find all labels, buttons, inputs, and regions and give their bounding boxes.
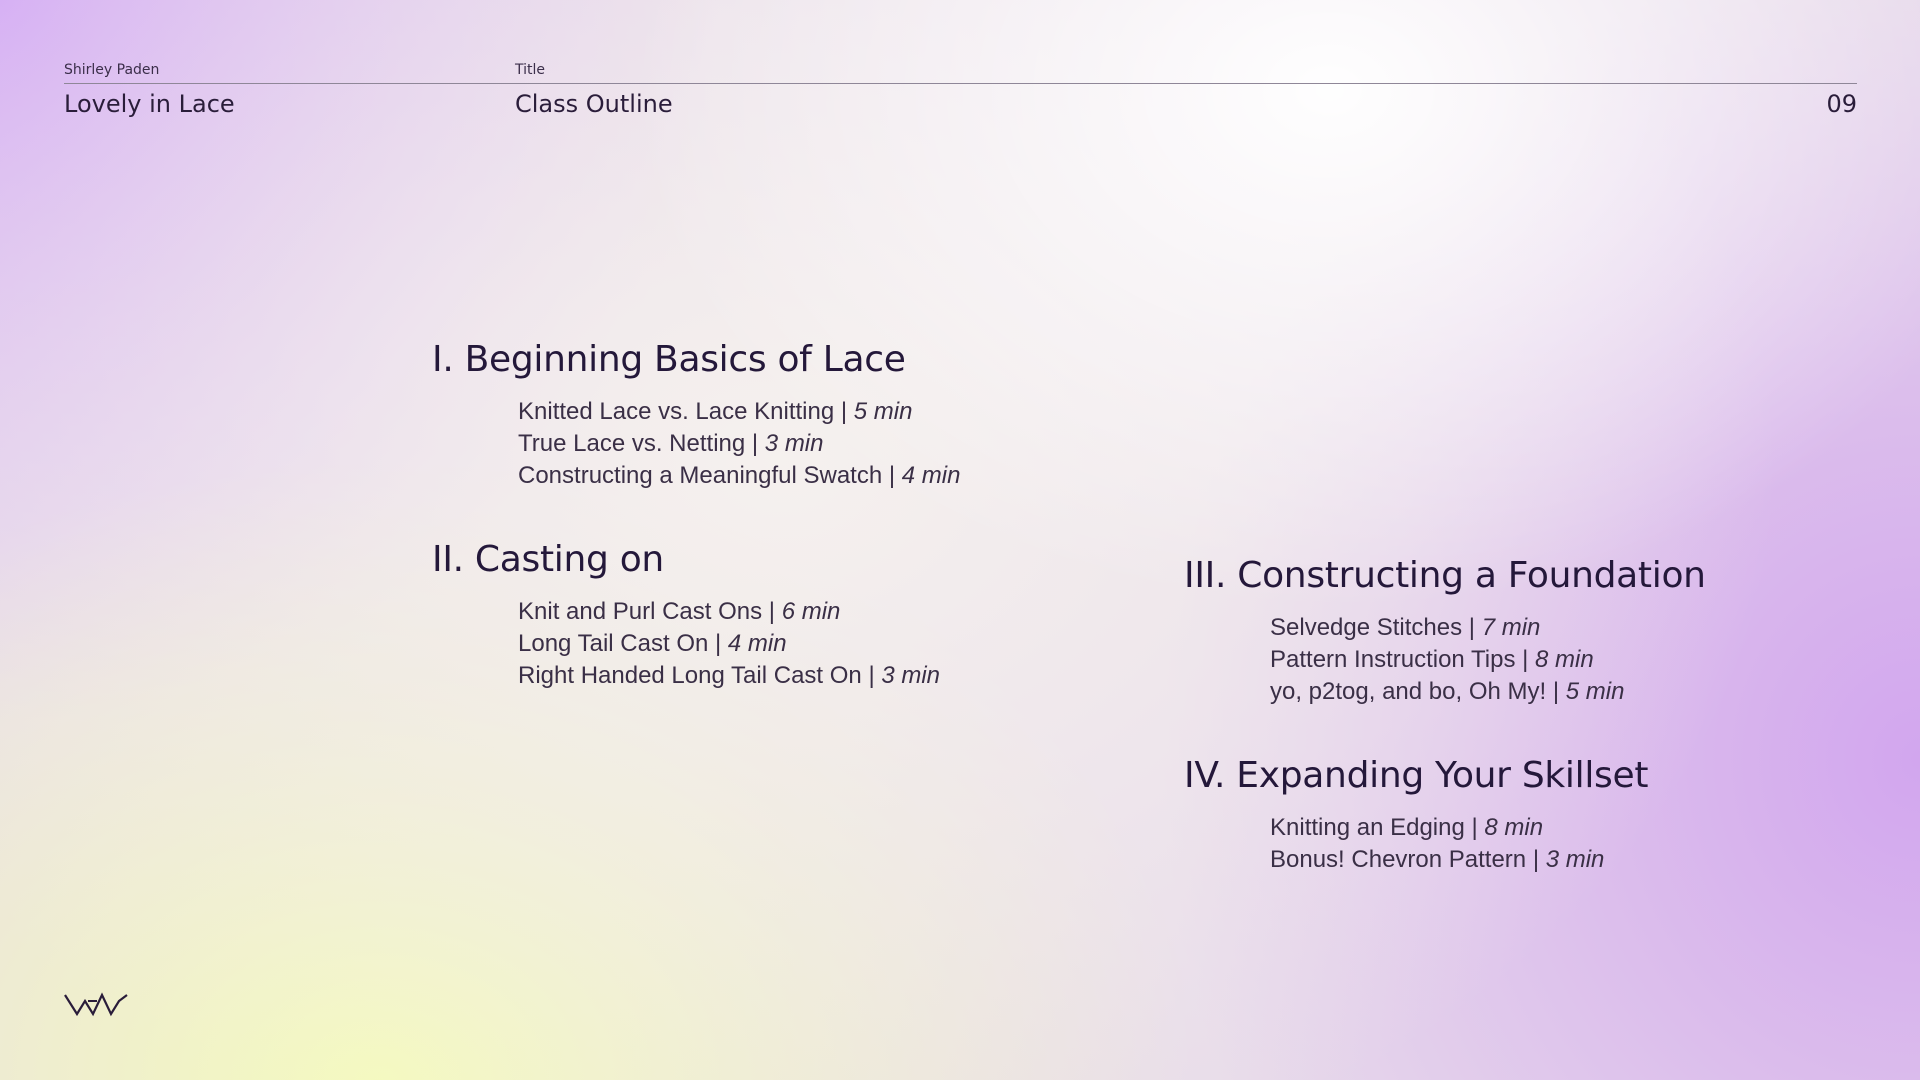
section-title: IV. Expanding Your Skillset bbox=[1184, 755, 1649, 796]
list-item: Knitted Lace vs. Lace Knitting | 5 min bbox=[518, 398, 913, 425]
section-title: II. Casting on bbox=[432, 539, 664, 580]
list-item: Right Handed Long Tail Cast On | 3 min bbox=[518, 662, 941, 689]
section-4: IV. Expanding Your Skillset Knitting an … bbox=[1184, 754, 1648, 876]
list-item: Pattern Instruction Tips | 8 min bbox=[1270, 646, 1594, 673]
section-2: II. Casting on Knit and Purl Cast Ons | … bbox=[432, 538, 940, 692]
page-number: 09 bbox=[1826, 90, 1857, 118]
course-name: Lovely in Lace bbox=[64, 90, 235, 118]
list-item: True Lace vs. Netting | 3 min bbox=[518, 430, 824, 457]
list-item: Knit and Purl Cast Ons | 6 min bbox=[518, 598, 841, 625]
page-title: Class Outline bbox=[515, 90, 673, 118]
section-1: I. Beginning Basics of Lace Knitted Lace… bbox=[432, 338, 960, 492]
list-item: Constructing a Meaningful Swatch | 4 min bbox=[518, 462, 961, 489]
list-item: Knitting an Edging | 8 min bbox=[1270, 814, 1544, 841]
list-item: Selvedge Stitches | 7 min bbox=[1270, 614, 1541, 641]
section-3: III. Constructing a Foundation Selvedge … bbox=[1184, 554, 1706, 708]
title-label: Title bbox=[515, 62, 546, 78]
list-item: yo, p2tog, and bo, Oh My! | 5 min bbox=[1270, 678, 1625, 705]
list-item: Bonus! Chevron Pattern | 3 min bbox=[1270, 846, 1605, 873]
header-divider bbox=[64, 83, 1857, 84]
section-title: III. Constructing a Foundation bbox=[1184, 555, 1706, 596]
section-title: I. Beginning Basics of Lace bbox=[432, 339, 906, 380]
vav-logo-icon bbox=[64, 992, 128, 1022]
list-item: Long Tail Cast On | 4 min bbox=[518, 630, 787, 657]
author-label: Shirley Paden bbox=[64, 62, 160, 78]
